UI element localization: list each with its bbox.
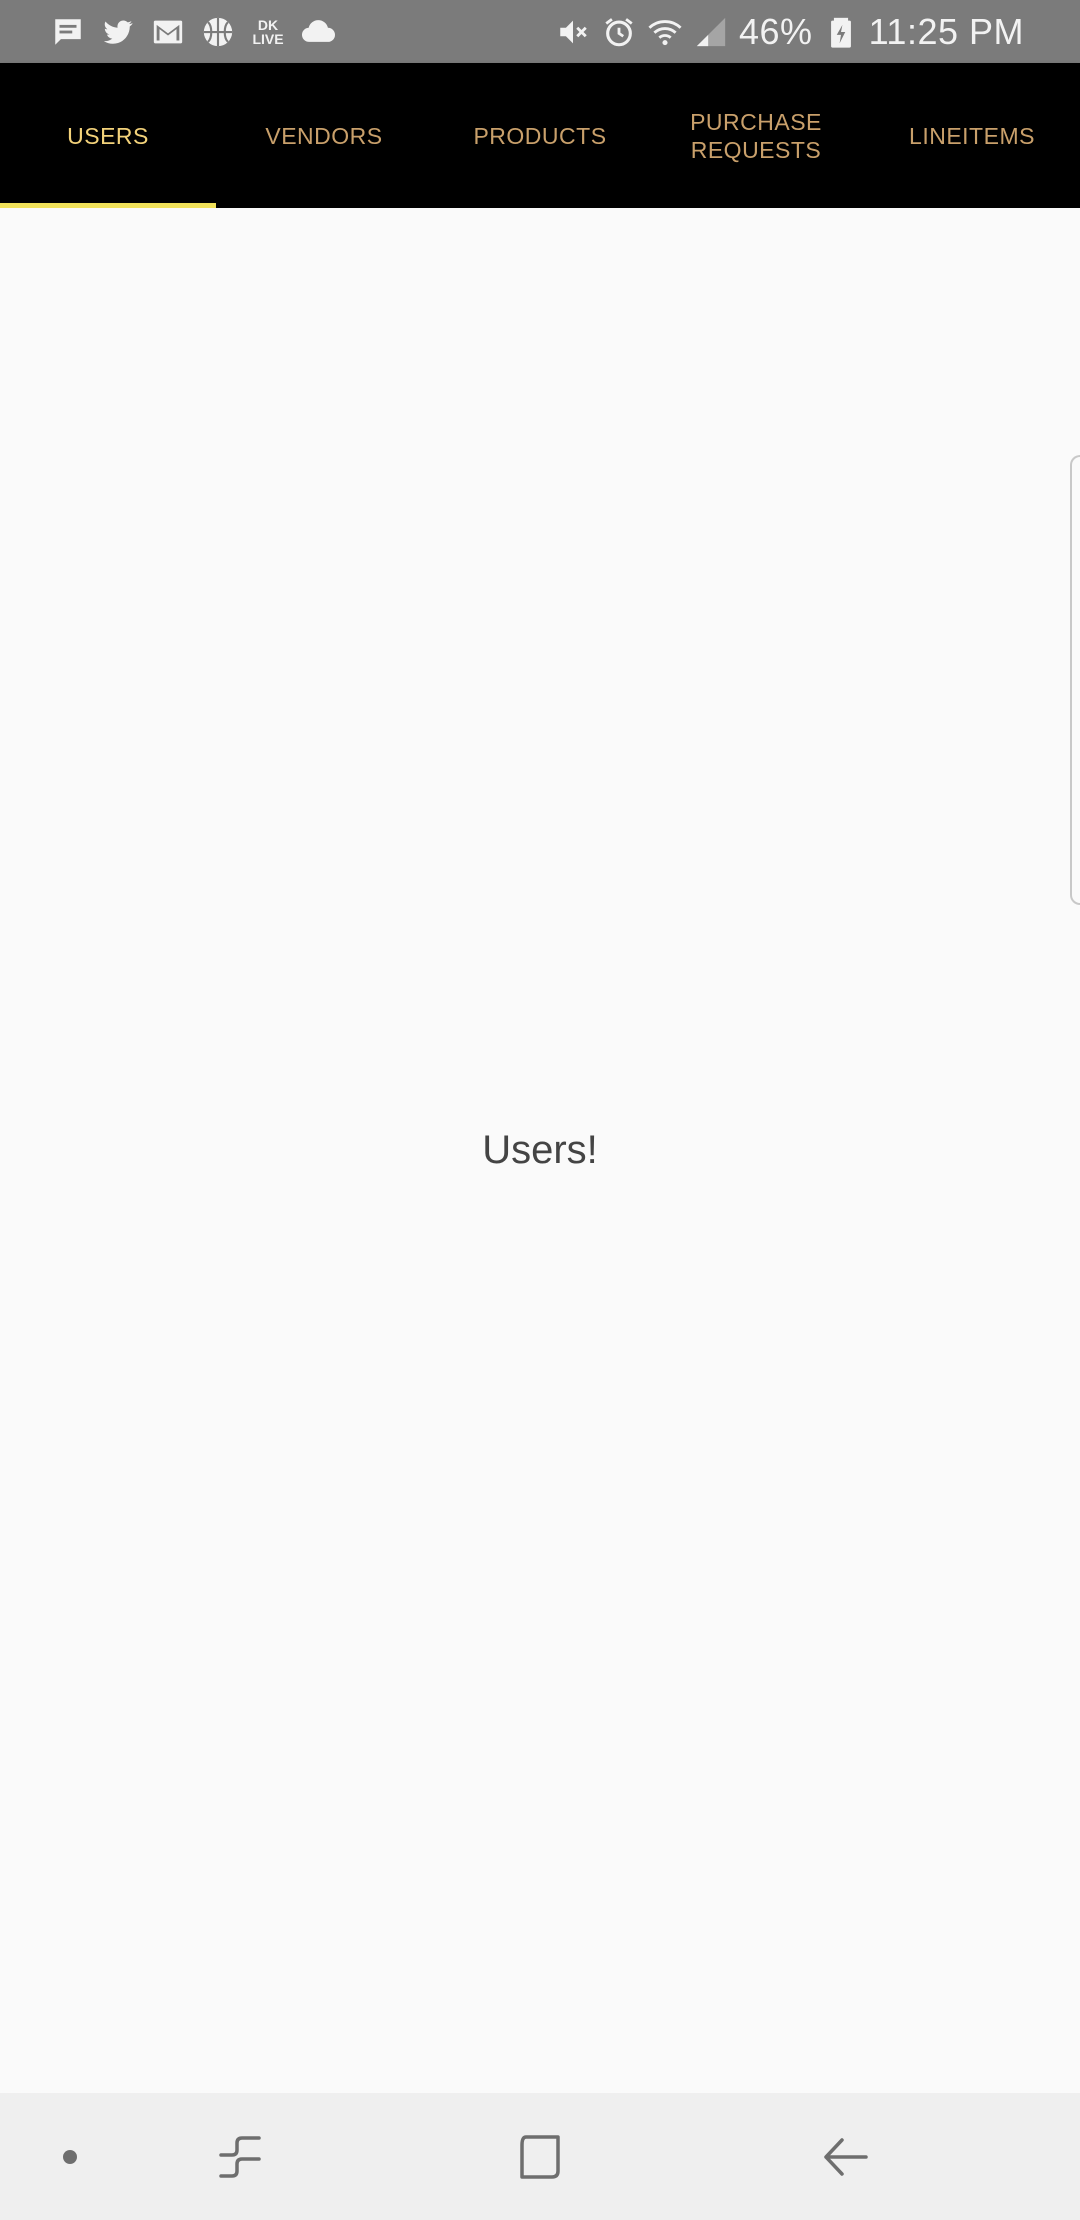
users-page: Users!	[0, 208, 1080, 2093]
dk-live-text-top: DK	[257, 16, 279, 33]
mute-icon	[555, 14, 591, 50]
recents-icon[interactable]	[190, 2093, 290, 2220]
tab-vendors[interactable]: VENDORS	[216, 63, 432, 208]
tab-products-label: PRODUCTS	[473, 122, 607, 149]
signal-icon	[693, 14, 729, 50]
tab-users-label: USERS	[67, 122, 149, 149]
page-title: Users!	[482, 1128, 598, 1172]
tab-purchase-requests[interactable]: PURCHASE REQUESTS	[648, 63, 864, 208]
tab-lineitems[interactable]: LINEITEMS	[864, 63, 1080, 208]
gmail-icon	[150, 14, 186, 50]
system-status-icons: 46% 11:25 PM	[555, 0, 1024, 63]
alarm-icon	[601, 14, 637, 50]
twitter-icon	[100, 14, 136, 50]
navigation-bar	[0, 2093, 1080, 2220]
battery-percent: 46%	[739, 10, 813, 52]
message-icon	[50, 14, 86, 50]
back-icon[interactable]	[795, 2093, 895, 2220]
dot-indicator-icon[interactable]	[40, 2093, 100, 2220]
home-icon[interactable]	[490, 2093, 590, 2220]
tab-vendors-label: VENDORS	[265, 122, 383, 149]
basketball-icon	[200, 14, 236, 50]
battery-charging-icon	[823, 14, 859, 50]
status-bar: DK LIVE 46% 11:25 PM	[0, 0, 1080, 63]
dk-live-text-bottom: LIVE	[252, 30, 284, 47]
tab-bar: USERS VENDORS PRODUCTS PURCHASE REQUESTS…	[0, 63, 1080, 208]
wifi-icon	[647, 14, 683, 50]
cloud-icon	[300, 14, 336, 50]
notification-icons: DK LIVE	[50, 0, 336, 63]
dk-live-icon: DK LIVE	[250, 14, 286, 50]
edge-panel-handle[interactable]	[1070, 455, 1080, 905]
tab-users[interactable]: USERS	[0, 63, 216, 208]
tab-purchase-requests-label: PURCHASE REQUESTS	[690, 108, 822, 163]
status-time: 11:25 PM	[868, 10, 1024, 52]
tab-products[interactable]: PRODUCTS	[432, 63, 648, 208]
tab-lineitems-label: LINEITEMS	[909, 122, 1035, 149]
